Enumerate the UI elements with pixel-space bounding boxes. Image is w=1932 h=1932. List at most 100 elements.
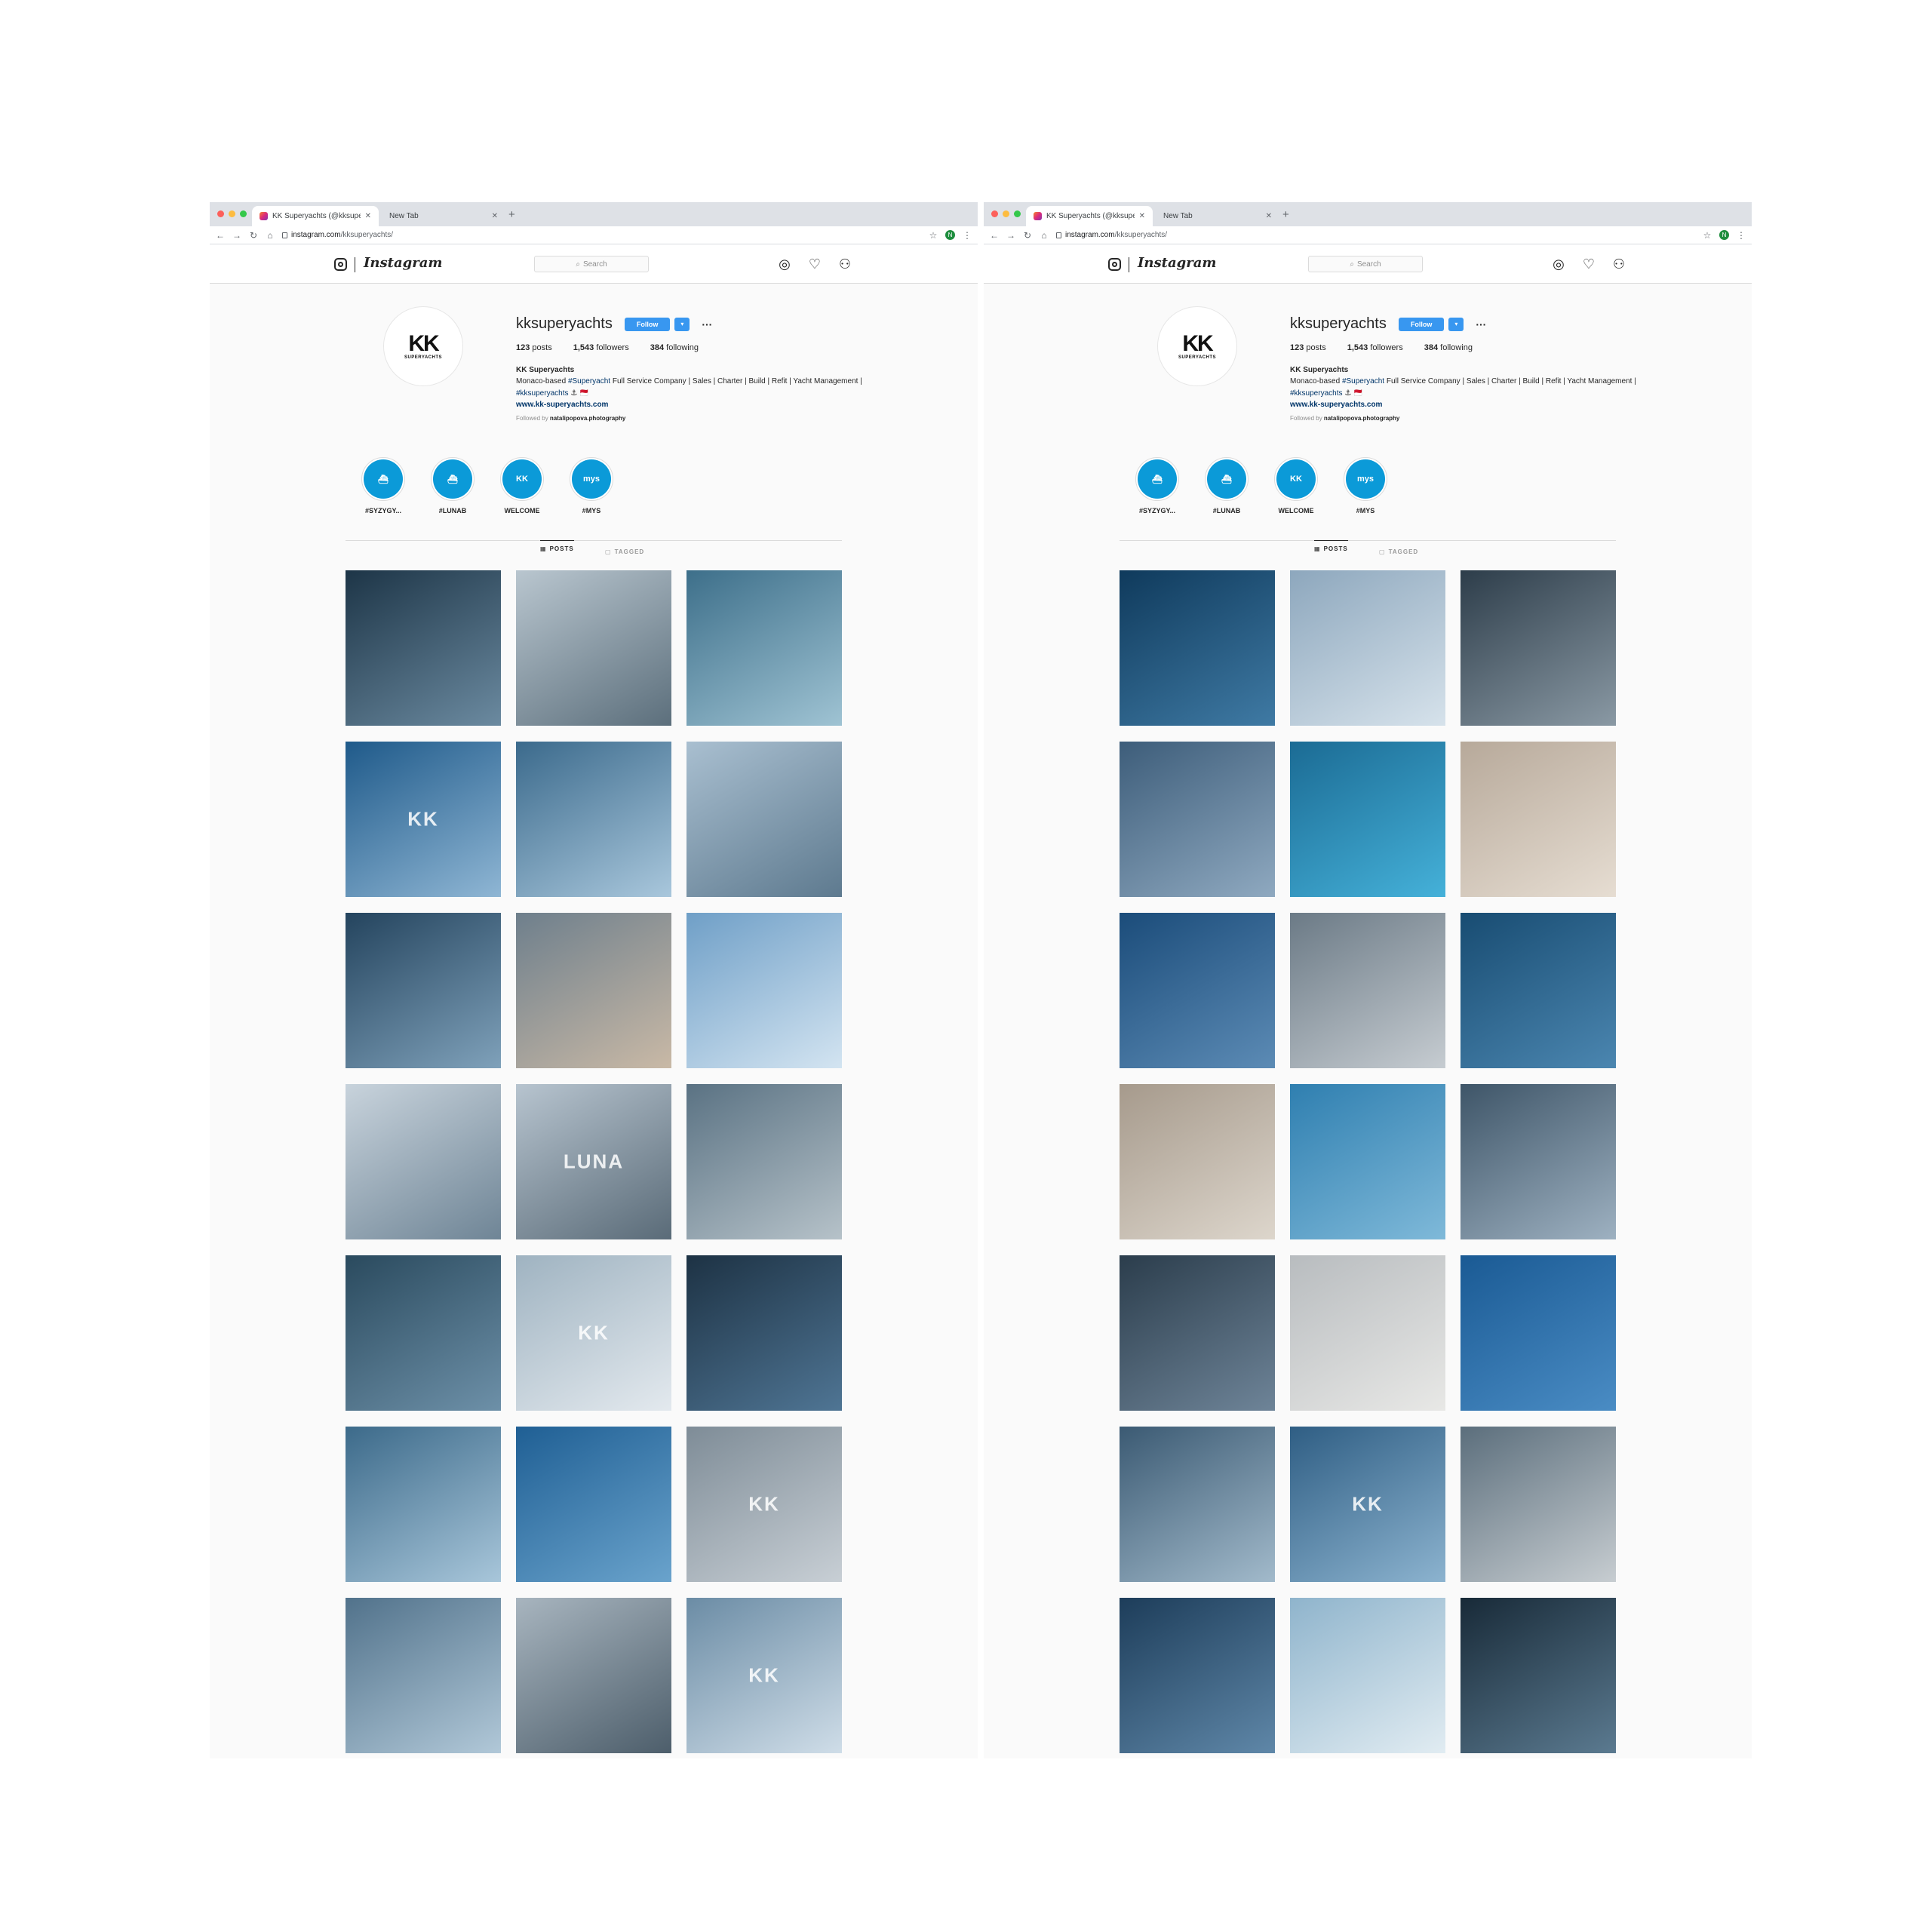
menu-kebab-icon[interactable]: ⋮ xyxy=(963,230,972,241)
follow-button[interactable]: Follow xyxy=(624,317,671,331)
close-window-button[interactable] xyxy=(217,210,224,217)
activity-heart-icon[interactable]: ♡ xyxy=(1581,256,1596,272)
post-thumbnail[interactable] xyxy=(1461,1427,1616,1582)
profile-website-link[interactable]: www.kk-superyachts.com xyxy=(516,401,908,409)
followed-by-user-link[interactable]: natalipopova.photography xyxy=(1324,415,1399,422)
profile-avatar[interactable]: N xyxy=(1719,230,1729,240)
forward-arrow-icon[interactable]: → xyxy=(1006,230,1015,241)
post-thumbnail[interactable] xyxy=(686,1084,842,1239)
new-tab-plus-icon[interactable]: + xyxy=(1282,208,1289,221)
activity-heart-icon[interactable]: ♡ xyxy=(807,256,822,272)
highlight-item[interactable]: ⛴ #SYZYGY... xyxy=(361,457,406,514)
close-tab-icon[interactable]: ✕ xyxy=(1139,212,1145,220)
suggestions-dropdown-icon[interactable]: ▾ xyxy=(674,317,690,331)
following-stat[interactable]: 384 following xyxy=(650,343,699,352)
profile-website-link[interactable]: www.kk-superyachts.com xyxy=(1290,401,1682,409)
hashtag-link[interactable]: #Superyacht xyxy=(1342,377,1384,385)
post-thumbnail[interactable] xyxy=(346,1427,501,1582)
maximize-window-button[interactable] xyxy=(1014,210,1021,217)
home-icon[interactable]: ⌂ xyxy=(266,230,275,241)
close-tab-icon[interactable]: ✕ xyxy=(365,212,371,220)
tab-tagged[interactable]: ▢ TAGGED xyxy=(605,548,644,555)
bookmark-star-icon[interactable]: ☆ xyxy=(929,230,938,241)
back-arrow-icon[interactable]: ← xyxy=(216,230,225,241)
reload-icon[interactable]: ↻ xyxy=(249,230,258,241)
instagram-wordmark[interactable]: Instagram xyxy=(364,255,442,271)
suggestions-dropdown-icon[interactable]: ▾ xyxy=(1448,317,1464,331)
post-thumbnail[interactable] xyxy=(1290,913,1445,1068)
post-thumbnail[interactable] xyxy=(1120,1255,1275,1411)
search-input[interactable]: ⌕ Search xyxy=(534,256,649,272)
reload-icon[interactable]: ↻ xyxy=(1023,230,1032,241)
following-stat[interactable]: 384 following xyxy=(1424,343,1473,352)
hashtag-link[interactable]: #Superyacht xyxy=(568,377,610,385)
post-thumbnail[interactable] xyxy=(686,570,842,726)
post-thumbnail[interactable] xyxy=(1290,1598,1445,1753)
post-thumbnail[interactable]: KK xyxy=(516,1255,671,1411)
close-tab-icon[interactable]: ✕ xyxy=(1266,212,1272,220)
post-thumbnail[interactable] xyxy=(346,1255,501,1411)
instagram-camera-icon[interactable] xyxy=(1108,258,1121,271)
post-thumbnail[interactable] xyxy=(516,1427,671,1582)
new-tab-plus-icon[interactable]: + xyxy=(508,208,515,221)
post-thumbnail[interactable] xyxy=(1120,570,1275,726)
post-thumbnail[interactable] xyxy=(516,570,671,726)
profile-avatar-image[interactable]: KK SUPERYACHTS xyxy=(1157,306,1237,386)
highlight-item[interactable]: KK WELCOME xyxy=(1273,457,1319,514)
highlight-item[interactable]: ⛴ #LUNAB xyxy=(1204,457,1249,514)
post-thumbnail[interactable] xyxy=(1461,1598,1616,1753)
profile-avatar[interactable]: N xyxy=(945,230,955,240)
post-thumbnail[interactable] xyxy=(1290,1255,1445,1411)
tab-tagged[interactable]: ▢ TAGGED xyxy=(1379,548,1418,555)
post-thumbnail[interactable] xyxy=(1461,1255,1616,1411)
close-tab-icon[interactable]: ✕ xyxy=(492,212,498,220)
post-thumbnail[interactable]: KK xyxy=(686,1427,842,1582)
hashtag-link[interactable]: #kksuperyachts xyxy=(1290,389,1342,398)
profile-avatar-image[interactable]: KK SUPERYACHTS xyxy=(383,306,463,386)
home-icon[interactable]: ⌂ xyxy=(1040,230,1049,241)
more-options-icon[interactable]: ··· xyxy=(1476,318,1486,330)
tab-instagram[interactable]: KK Superyachts (@kksuperyac ✕ xyxy=(1026,206,1153,226)
instagram-camera-icon[interactable] xyxy=(334,258,347,271)
highlight-item[interactable]: ⛴ #SYZYGY... xyxy=(1135,457,1180,514)
follow-button[interactable]: Follow xyxy=(1398,317,1445,331)
followers-stat[interactable]: 1,543 followers xyxy=(1347,343,1403,352)
more-options-icon[interactable]: ··· xyxy=(702,318,712,330)
address-bar[interactable]: instagram.com/kksuperyachts/ xyxy=(1056,229,1695,242)
menu-kebab-icon[interactable]: ⋮ xyxy=(1737,230,1746,241)
post-thumbnail[interactable] xyxy=(1461,570,1616,726)
post-thumbnail[interactable] xyxy=(346,570,501,726)
post-thumbnail[interactable] xyxy=(1290,742,1445,897)
post-thumbnail[interactable] xyxy=(1120,1598,1275,1753)
post-thumbnail[interactable] xyxy=(686,742,842,897)
bookmark-star-icon[interactable]: ☆ xyxy=(1703,230,1712,241)
explore-compass-icon[interactable]: ◎ xyxy=(1551,256,1566,272)
address-bar[interactable]: instagram.com/kksuperyachts/ xyxy=(282,229,921,242)
post-thumbnail[interactable] xyxy=(1290,570,1445,726)
post-thumbnail[interactable]: LUNA xyxy=(516,1084,671,1239)
highlight-item[interactable]: mys #MYS xyxy=(569,457,614,514)
highlight-item[interactable]: KK WELCOME xyxy=(499,457,545,514)
post-thumbnail[interactable] xyxy=(516,742,671,897)
minimize-window-button[interactable] xyxy=(229,210,235,217)
search-input[interactable]: ⌕ Search xyxy=(1308,256,1423,272)
profile-person-icon[interactable]: ⚇ xyxy=(837,256,852,272)
tab-posts[interactable]: ▦ POSTS xyxy=(540,540,574,552)
tab-new-tab[interactable]: New Tab ✕ xyxy=(1156,206,1279,226)
post-thumbnail[interactable] xyxy=(686,1255,842,1411)
profile-person-icon[interactable]: ⚇ xyxy=(1611,256,1626,272)
post-thumbnail[interactable] xyxy=(1120,913,1275,1068)
instagram-wordmark[interactable]: Instagram xyxy=(1138,255,1216,271)
post-thumbnail[interactable] xyxy=(1461,742,1616,897)
post-thumbnail[interactable] xyxy=(1120,1084,1275,1239)
post-thumbnail[interactable] xyxy=(686,913,842,1068)
post-thumbnail[interactable] xyxy=(516,913,671,1068)
post-thumbnail[interactable]: KK xyxy=(346,742,501,897)
highlight-item[interactable]: ⛴ #LUNAB xyxy=(430,457,475,514)
tab-instagram[interactable]: KK Superyachts (@kksuperyac ✕ xyxy=(252,206,379,226)
close-window-button[interactable] xyxy=(991,210,998,217)
followers-stat[interactable]: 1,543 followers xyxy=(573,343,629,352)
maximize-window-button[interactable] xyxy=(240,210,247,217)
post-thumbnail[interactable] xyxy=(1120,742,1275,897)
post-thumbnail[interactable] xyxy=(346,913,501,1068)
